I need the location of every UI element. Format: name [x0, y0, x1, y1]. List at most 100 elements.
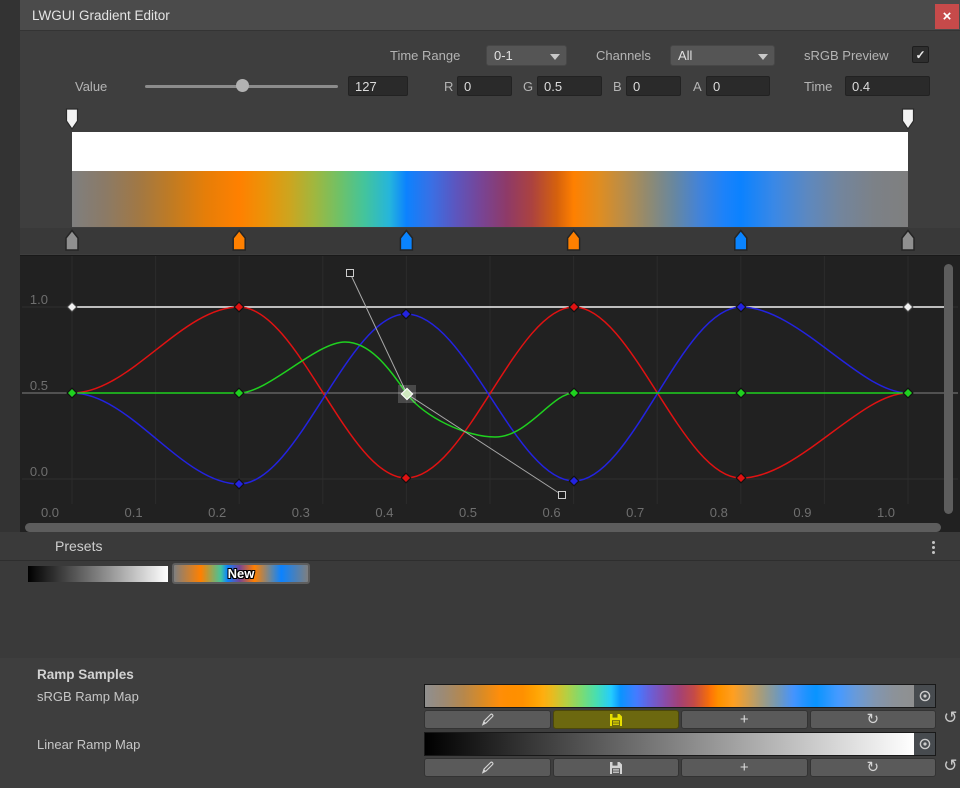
g-field[interactable]: 0.5	[537, 76, 602, 96]
edit-button[interactable]	[424, 710, 551, 729]
undo-icon: ↺	[943, 708, 957, 728]
undo-button[interactable]: ↺	[941, 757, 960, 776]
presets-title: Presets	[55, 538, 102, 554]
chevron-down-icon	[758, 54, 768, 60]
vertical-scrollbar[interactable]	[944, 264, 953, 514]
refresh-icon: ↻	[866, 760, 879, 775]
svg-text:0.2: 0.2	[208, 505, 226, 520]
window-title: LWGUI Gradient Editor	[20, 8, 170, 23]
channels-value: All	[678, 48, 692, 63]
undo-icon: ↺	[943, 756, 957, 776]
svg-text:0.4: 0.4	[375, 505, 393, 520]
svg-text:0.5: 0.5	[30, 378, 48, 393]
edit-button[interactable]	[424, 758, 551, 777]
refresh-button[interactable]: ↻	[810, 758, 937, 777]
object-picker-icon	[918, 737, 932, 751]
r-field[interactable]: 0	[457, 76, 512, 96]
curve-editor[interactable]: 0.00.10.20.30.40.50.60.70.80.91.01.00.50…	[20, 255, 960, 533]
srgb-ramp-preview[interactable]	[425, 685, 914, 707]
svg-text:0.1: 0.1	[125, 505, 143, 520]
b-label: B	[613, 79, 622, 94]
time-range-value: 0-1	[494, 48, 513, 63]
floppy-disk-icon	[609, 713, 623, 727]
linear-ramp-buttons: + ↻	[424, 758, 936, 777]
g-label: G	[523, 79, 533, 94]
linear-ramp-label: Linear Ramp Map	[37, 737, 140, 752]
preset-swatch-grayscale[interactable]	[28, 566, 168, 582]
time-label: Time	[804, 79, 832, 94]
editor-margin	[0, 0, 20, 532]
save-button[interactable]	[553, 710, 680, 729]
time-range-dropdown[interactable]: 0-1	[486, 45, 567, 66]
svg-text:0.7: 0.7	[626, 505, 644, 520]
value-slider-thumb[interactable]	[236, 79, 249, 92]
gradient-color-preview[interactable]	[72, 171, 908, 227]
svg-text:1.0: 1.0	[877, 505, 895, 520]
b-field[interactable]: 0	[626, 76, 681, 96]
svg-text:0.6: 0.6	[543, 505, 561, 520]
time-range-label: Time Range	[390, 48, 460, 63]
svg-text:0.8: 0.8	[710, 505, 728, 520]
curve-grid	[22, 256, 958, 504]
srgb-ramp-buttons: + ↻	[424, 710, 936, 729]
value-field[interactable]: 127	[348, 76, 408, 96]
linear-ramp-object-field[interactable]	[424, 732, 936, 756]
refresh-button[interactable]: ↻	[810, 710, 937, 729]
srgb-ramp-object-field[interactable]	[424, 684, 936, 708]
b-field-text: 0	[633, 79, 640, 94]
gradient-alpha-preview[interactable]	[72, 132, 908, 171]
chevron-down-icon	[550, 54, 560, 60]
undo-button[interactable]: ↺	[941, 709, 960, 728]
g-field-text: 0.5	[544, 79, 562, 94]
r-label: R	[444, 79, 453, 94]
preset-swatch-new[interactable]: New	[172, 563, 310, 584]
plus-icon: +	[740, 760, 749, 775]
object-picker-icon	[918, 689, 932, 703]
presets-section: Presets New	[0, 532, 960, 658]
object-picker-zone[interactable]	[914, 733, 935, 755]
time-field-text: 0.4	[852, 79, 870, 94]
ramp-samples-section: Ramp Samples sRGB Ramp Map	[0, 658, 960, 788]
value-field-text: 127	[355, 79, 377, 94]
alpha-marker-strip[interactable]	[20, 108, 960, 132]
checkmark-icon: ✓	[915, 48, 925, 62]
refresh-icon: ↻	[866, 712, 879, 727]
srgb-ramp-label: sRGB Ramp Map	[37, 689, 139, 704]
pencil-icon	[480, 760, 495, 775]
svg-text:0.3: 0.3	[292, 505, 310, 520]
curve-canvas[interactable]: 0.00.10.20.30.40.50.60.70.80.91.01.00.50…	[20, 256, 960, 533]
a-field[interactable]: 0	[706, 76, 770, 96]
linear-ramp-preview[interactable]	[425, 733, 914, 755]
pencil-icon	[480, 712, 495, 727]
svg-text:0.9: 0.9	[793, 505, 811, 520]
r-field-text: 0	[464, 79, 471, 94]
svg-text:0.0: 0.0	[30, 464, 48, 479]
toolbar-row: Time Range 0-1 Channels All sRGB Preview…	[20, 45, 960, 66]
color-marker-strip[interactable]	[20, 228, 960, 254]
value-row: Value 127 R 0 G 0.5 B 0 A 0 Time 0.4	[20, 76, 960, 96]
object-picker-zone[interactable]	[914, 685, 935, 707]
add-button[interactable]: +	[681, 758, 808, 777]
curve-axis-labels: 0.00.10.20.30.40.50.60.70.80.91.01.00.50…	[30, 292, 895, 520]
srgb-preview-label: sRGB Preview	[804, 48, 889, 63]
kebab-menu-icon[interactable]	[926, 539, 940, 555]
floppy-disk-icon	[609, 761, 623, 775]
channels-dropdown[interactable]: All	[670, 45, 775, 66]
save-button[interactable]	[553, 758, 680, 777]
a-field-text: 0	[713, 79, 720, 94]
titlebar[interactable]: LWGUI Gradient Editor ×	[20, 0, 960, 31]
preset-name: New	[228, 566, 255, 581]
svg-text:0.5: 0.5	[459, 505, 477, 520]
ramp-samples-title: Ramp Samples	[37, 667, 134, 682]
value-label: Value	[75, 79, 107, 94]
a-label: A	[693, 79, 702, 94]
svg-text:0.0: 0.0	[41, 505, 59, 520]
horizontal-scrollbar[interactable]	[25, 523, 941, 532]
close-button[interactable]: ×	[935, 4, 959, 29]
add-button[interactable]: +	[681, 710, 808, 729]
time-field[interactable]: 0.4	[845, 76, 930, 96]
presets-header: Presets	[0, 532, 960, 561]
srgb-preview-checkbox[interactable]: ✓	[912, 46, 929, 63]
plus-icon: +	[740, 712, 749, 727]
channels-label: Channels	[596, 48, 651, 63]
